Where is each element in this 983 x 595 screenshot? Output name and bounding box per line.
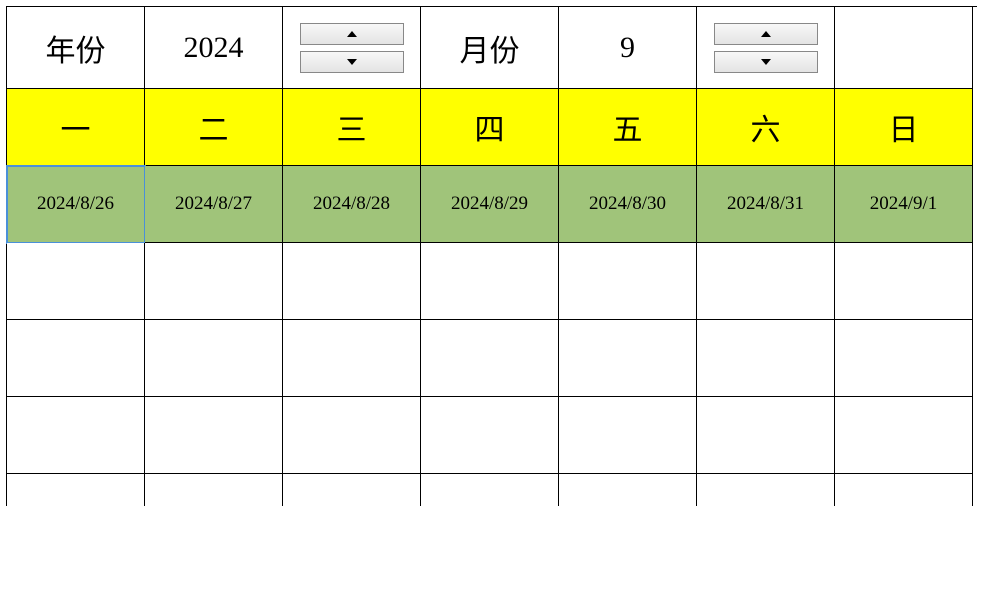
weekday-fri[interactable]: 五 — [559, 89, 697, 166]
empty-cell[interactable] — [283, 243, 421, 320]
empty-cell[interactable] — [145, 243, 283, 320]
month-spinner — [714, 23, 818, 73]
year-value: 2024 — [184, 31, 244, 65]
empty-cell[interactable] — [835, 474, 973, 506]
empty-cell[interactable] — [421, 474, 559, 506]
year-spinner-up-button[interactable] — [300, 23, 404, 45]
year-spinner-cell — [283, 7, 421, 89]
month-value-cell[interactable]: 9 — [559, 7, 697, 89]
empty-cell[interactable] — [7, 243, 145, 320]
date-cell[interactable]: 2024/8/27 — [145, 166, 283, 243]
year-value-cell[interactable]: 2024 — [145, 7, 283, 89]
date-cell[interactable]: 2024/8/26 — [7, 166, 145, 243]
empty-cell[interactable] — [145, 320, 283, 397]
month-label: 月份 — [460, 26, 520, 70]
weekday-sun[interactable]: 日 — [835, 89, 973, 166]
empty-cell[interactable] — [697, 474, 835, 506]
triangle-up-icon — [346, 30, 358, 38]
weekday-wed[interactable]: 三 — [283, 89, 421, 166]
empty-cell[interactable] — [145, 474, 283, 506]
month-spinner-cell — [697, 7, 835, 89]
empty-cell[interactable] — [421, 243, 559, 320]
triangle-down-icon — [346, 58, 358, 66]
triangle-down-icon — [760, 58, 772, 66]
empty-cell[interactable] — [835, 397, 973, 474]
date-cell[interactable]: 2024/8/29 — [421, 166, 559, 243]
year-spinner-down-button[interactable] — [300, 51, 404, 73]
empty-cell[interactable] — [697, 243, 835, 320]
empty-cell[interactable] — [559, 243, 697, 320]
date-cell[interactable]: 2024/8/28 — [283, 166, 421, 243]
empty-cell[interactable] — [145, 397, 283, 474]
empty-cell[interactable] — [559, 320, 697, 397]
empty-cell[interactable] — [7, 320, 145, 397]
empty-cell[interactable] — [283, 474, 421, 506]
empty-header-cell[interactable] — [835, 7, 973, 89]
empty-cell[interactable] — [7, 474, 145, 506]
year-label-cell: 年份 — [7, 7, 145, 89]
weekday-sat[interactable]: 六 — [697, 89, 835, 166]
empty-cell[interactable] — [7, 397, 145, 474]
month-spinner-down-button[interactable] — [714, 51, 818, 73]
weekday-thu[interactable]: 四 — [421, 89, 559, 166]
month-value: 9 — [620, 31, 635, 65]
empty-cell[interactable] — [697, 397, 835, 474]
weekday-tue[interactable]: 二 — [145, 89, 283, 166]
triangle-up-icon — [760, 30, 772, 38]
month-spinner-up-button[interactable] — [714, 23, 818, 45]
date-cell[interactable]: 2024/8/30 — [559, 166, 697, 243]
year-label: 年份 — [46, 26, 106, 70]
date-cell[interactable]: 2024/8/31 — [697, 166, 835, 243]
empty-cell[interactable] — [421, 320, 559, 397]
year-spinner — [300, 23, 404, 73]
empty-cell[interactable] — [697, 320, 835, 397]
empty-cell[interactable] — [421, 397, 559, 474]
empty-cell[interactable] — [559, 397, 697, 474]
empty-cell[interactable] — [283, 320, 421, 397]
empty-cell[interactable] — [835, 320, 973, 397]
date-cell[interactable]: 2024/9/1 — [835, 166, 973, 243]
month-label-cell: 月份 — [421, 7, 559, 89]
empty-cell[interactable] — [283, 397, 421, 474]
empty-cell[interactable] — [835, 243, 973, 320]
empty-cell[interactable] — [559, 474, 697, 506]
weekday-mon[interactable]: 一 — [7, 89, 145, 166]
